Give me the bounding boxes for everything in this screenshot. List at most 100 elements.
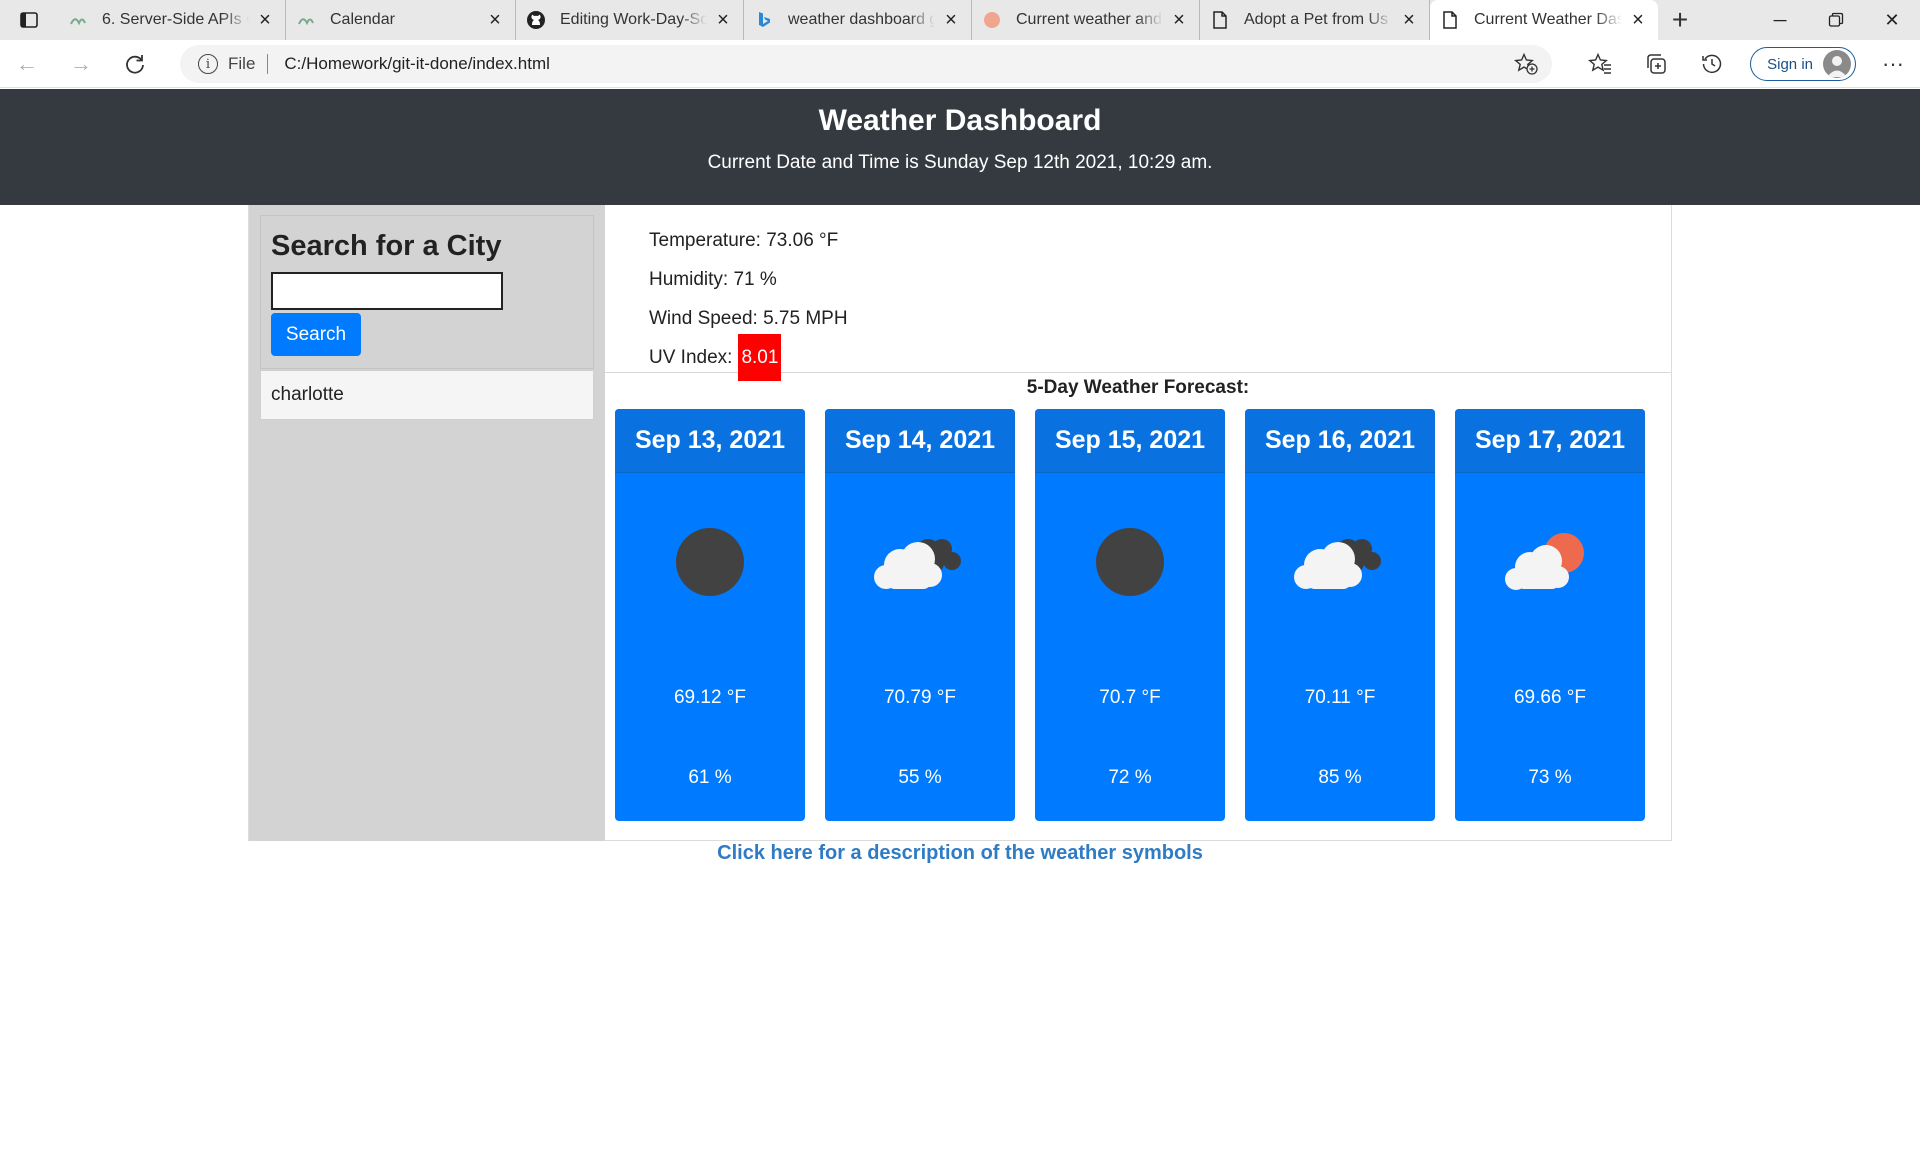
minimize-icon[interactable]: ─ <box>1752 0 1808 40</box>
search-button[interactable]: Search <box>271 313 361 356</box>
uv-index-badge: 8.01 <box>738 334 782 381</box>
forecast-humidity: 55 % <box>898 767 942 788</box>
browser-toolbar: ← → i File C:/Homework/git-it-done/index… <box>0 40 1920 88</box>
page-header: Weather Dashboard Current Date and Time … <box>0 89 1920 205</box>
close-icon[interactable]: × <box>713 9 733 31</box>
forecast-humidity: 61 % <box>688 767 732 788</box>
forecast-humidity: 85 % <box>1318 767 1362 788</box>
restore-icon[interactable] <box>1808 0 1864 40</box>
weather-content: Temperature: 73.06 °F Humidity: 71 % Win… <box>605 205 1671 841</box>
weather-icon <box>982 10 1002 30</box>
current-weather: Temperature: 73.06 °F Humidity: 71 % Win… <box>605 205 1671 381</box>
page-title: Weather Dashboard <box>818 104 1102 137</box>
tab-strip: 6. Server-Side APIs Ch × Calendar × Edit… <box>0 0 1920 40</box>
close-icon[interactable]: × <box>255 9 275 31</box>
current-temperature: Temperature: 73.06 °F <box>649 230 839 251</box>
forecast-card: Sep 14, 2021 70.79 °F 55 % <box>825 409 1015 821</box>
forecast-temperature: 70.79 °F <box>883 687 957 708</box>
github-icon <box>526 10 546 30</box>
current-humidity: Humidity: 71 % <box>649 269 777 290</box>
address-url[interactable]: C:/Homework/git-it-done/index.html <box>284 54 549 74</box>
forecast-cards: Sep 13, 2021 69.12 °F 61 % Sep 14, 2021 … <box>605 409 1671 821</box>
address-separator <box>267 54 269 74</box>
window-controls: ─ ✕ <box>1752 0 1920 40</box>
forecast-temperature: 69.66 °F <box>1513 687 1587 708</box>
close-icon[interactable]: × <box>1628 9 1648 31</box>
tab-title: Calendar <box>330 11 395 28</box>
history-item-charlotte[interactable]: charlotte <box>260 370 594 420</box>
forward-icon[interactable]: → <box>54 40 108 88</box>
forecast-date: Sep 13, 2021 <box>615 409 805 473</box>
favorites-icon[interactable] <box>1572 40 1628 88</box>
tab-github-editing[interactable]: Editing Work-Day-Sch × <box>516 0 744 40</box>
leaf-icon <box>296 10 316 30</box>
back-icon[interactable]: ← <box>0 40 54 88</box>
sign-in-button[interactable]: Sign in <box>1750 47 1856 81</box>
forecast-date: Sep 15, 2021 <box>1035 409 1225 473</box>
uv-index-label: UV Index: <box>649 347 733 368</box>
clear-night-icon <box>615 517 805 607</box>
new-tab-icon[interactable]: + <box>1658 0 1702 40</box>
tab-title: Editing Work-Day-Sch <box>560 11 707 28</box>
leaf-icon <box>68 10 88 30</box>
close-window-icon[interactable]: ✕ <box>1864 0 1920 40</box>
address-scheme: File <box>228 54 256 73</box>
search-sidebar: Search for a City Search charlotte <box>249 205 605 841</box>
address-bar[interactable]: i File C:/Homework/git-it-done/index.htm… <box>180 45 1552 83</box>
forecast-date: Sep 17, 2021 <box>1455 409 1645 473</box>
close-icon[interactable]: × <box>485 9 505 31</box>
close-icon[interactable]: × <box>1399 9 1419 31</box>
tab-calendar[interactable]: Calendar × <box>286 0 516 40</box>
tab-title: Current weather and f <box>1016 11 1163 28</box>
forecast-card: Sep 13, 2021 69.12 °F 61 % <box>615 409 805 821</box>
forecast-card: Sep 17, 2021 69.66 °F 73 % <box>1455 409 1645 821</box>
dashboard-main: Search for a City Search charlotte Tempe… <box>248 205 1672 841</box>
forecast-date: Sep 14, 2021 <box>825 409 1015 473</box>
forecast-card: Sep 15, 2021 70.7 °F 72 % <box>1035 409 1225 821</box>
page-content: Weather Dashboard Current Date and Time … <box>0 89 1920 1150</box>
tab-title: weather dashboard gi <box>788 11 935 28</box>
close-icon[interactable]: × <box>941 9 961 31</box>
forecast-temperature: 70.7 °F <box>1099 687 1161 708</box>
bing-icon <box>754 10 774 30</box>
forecast-humidity: 72 % <box>1108 767 1152 788</box>
current-wind-speed: Wind Speed: 5.75 MPH <box>649 308 848 329</box>
few-clouds-icon <box>1455 517 1645 607</box>
page-icon <box>1440 10 1460 30</box>
info-icon[interactable]: i <box>198 54 218 74</box>
search-card: Search for a City Search <box>260 215 594 369</box>
current-uv-index: UV Index: 8.01 <box>649 334 1671 381</box>
weather-symbols-link[interactable]: Click here for a description of the weat… <box>0 842 1920 865</box>
tab-adopt-a-pet[interactable]: Adopt a Pet from Us × <box>1200 0 1430 40</box>
history-icon[interactable] <box>1684 40 1740 88</box>
close-icon[interactable]: × <box>1169 9 1189 31</box>
add-favorite-icon[interactable] <box>1513 52 1538 80</box>
forecast-date: Sep 16, 2021 <box>1245 409 1435 473</box>
tab-current-weather-dashboard[interactable]: Current Weather Dash × <box>1430 0 1658 40</box>
tab-title: 6. Server-Side APIs Ch <box>102 11 249 28</box>
tab-title: Adopt a Pet from Us <box>1244 11 1389 28</box>
refresh-icon[interactable] <box>108 40 162 88</box>
tab-bing-search[interactable]: weather dashboard gi × <box>744 0 972 40</box>
forecast-temperature: 69.12 °F <box>673 687 747 708</box>
tab-current-weather[interactable]: Current weather and f × <box>972 0 1200 40</box>
page-icon <box>1210 10 1230 30</box>
toolbar-icons: Sign in ··· <box>1572 40 1920 88</box>
collections-icon[interactable] <box>1628 40 1684 88</box>
forecast-temperature: 70.11 °F <box>1304 687 1376 708</box>
search-heading: Search for a City <box>271 230 502 262</box>
forecast-title: 5-Day Weather Forecast: <box>1026 377 1250 398</box>
tab-title: Current Weather Dash <box>1474 11 1622 28</box>
broken-clouds-icon <box>1245 517 1435 607</box>
sign-in-label: Sign in <box>1767 55 1813 73</box>
search-history: charlotte <box>260 370 594 420</box>
tab-actions-icon[interactable] <box>0 0 58 40</box>
tab-server-side-apis[interactable]: 6. Server-Side APIs Ch × <box>58 0 286 40</box>
clear-night-icon <box>1035 517 1225 607</box>
city-search-input[interactable] <box>271 272 503 310</box>
forecast-card: Sep 16, 2021 70.11 °F 85 % <box>1245 409 1435 821</box>
broken-clouds-icon <box>825 517 1015 607</box>
more-options-icon[interactable]: ··· <box>1866 40 1920 88</box>
avatar <box>1823 50 1851 78</box>
forecast-humidity: 73 % <box>1528 767 1572 788</box>
